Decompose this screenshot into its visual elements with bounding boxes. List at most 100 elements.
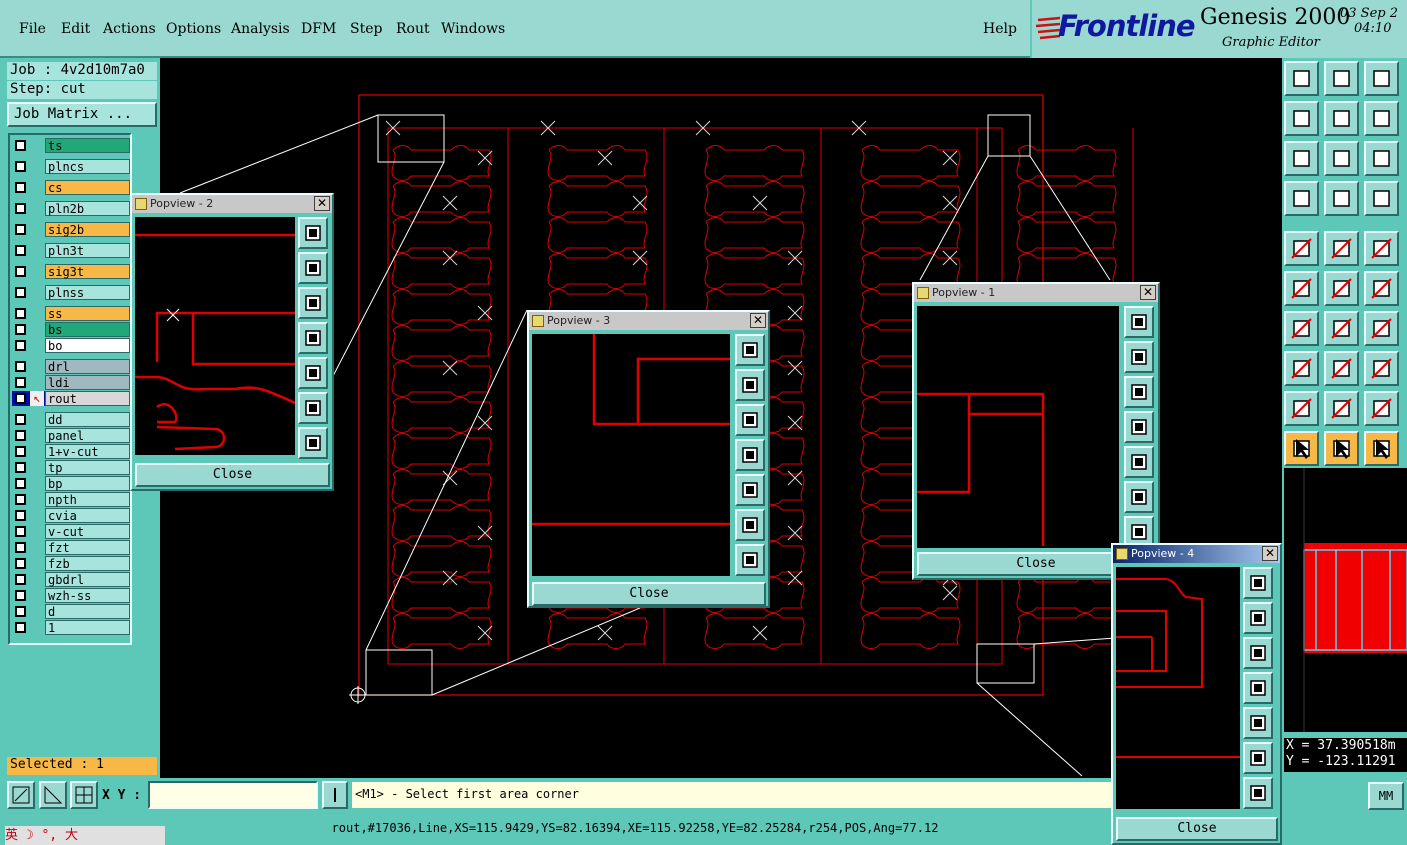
color-mode-button[interactable] bbox=[1324, 231, 1359, 266]
pan-left-button[interactable] bbox=[1284, 101, 1319, 136]
popup-tool-button[interactable] bbox=[1243, 742, 1273, 774]
popup-tool-button[interactable] bbox=[1124, 411, 1154, 443]
drill-button[interactable] bbox=[1364, 271, 1399, 306]
menu-edit[interactable]: Edit bbox=[61, 21, 90, 37]
layer-checkbox[interactable] bbox=[15, 446, 26, 457]
popup-tool-button[interactable] bbox=[735, 544, 765, 576]
popup-tool-button[interactable] bbox=[1124, 481, 1154, 513]
popview-3-titlebar[interactable]: Popview - 3 ✕ bbox=[529, 312, 768, 330]
popview-2-view[interactable] bbox=[135, 217, 296, 455]
popup-tool-button[interactable] bbox=[735, 474, 765, 506]
popup-tool-button[interactable] bbox=[298, 392, 328, 424]
zoom-area-button[interactable] bbox=[7, 781, 35, 809]
pad-select-button[interactable] bbox=[1284, 231, 1319, 266]
layer-checkbox[interactable] bbox=[15, 494, 26, 505]
mini-map[interactable] bbox=[1284, 468, 1407, 732]
popup-tool-button[interactable] bbox=[298, 427, 328, 459]
layer-checkbox[interactable] bbox=[15, 478, 26, 489]
layer-row-ts[interactable]: ts bbox=[12, 138, 130, 153]
xy-input[interactable] bbox=[148, 781, 318, 809]
layer-row-cvia[interactable]: cvia bbox=[12, 508, 130, 523]
connect-button[interactable] bbox=[1284, 271, 1319, 306]
layer-checkbox[interactable] bbox=[15, 324, 26, 335]
layer-checkbox[interactable] bbox=[15, 224, 26, 235]
popup-tool-button[interactable] bbox=[298, 252, 328, 284]
popup-tool-button[interactable] bbox=[1243, 602, 1273, 634]
layer-checkbox[interactable] bbox=[15, 622, 26, 633]
popview-4-close-button[interactable]: Close bbox=[1116, 817, 1278, 841]
popup-tool-button[interactable] bbox=[735, 404, 765, 436]
layer-row-pln2b[interactable]: pln2b bbox=[12, 201, 130, 216]
layer-row-sig2b[interactable]: sig2b bbox=[12, 222, 130, 237]
select-box-button[interactable] bbox=[1324, 431, 1359, 466]
pan-right-button[interactable] bbox=[1324, 101, 1359, 136]
layer-row-bp[interactable]: bp bbox=[12, 476, 130, 491]
measure-button[interactable] bbox=[39, 781, 67, 809]
menu-rout[interactable]: Rout bbox=[396, 21, 430, 37]
popup-tool-button[interactable] bbox=[735, 334, 765, 366]
layer-checkbox[interactable] bbox=[15, 308, 26, 319]
close-icon[interactable]: ✕ bbox=[1140, 285, 1156, 300]
layer-row-fzt[interactable]: fzt bbox=[12, 540, 130, 555]
layer-row-plnss[interactable]: plnss bbox=[12, 285, 130, 300]
layer-row-rout[interactable]: rout ↖ bbox=[12, 391, 130, 406]
layer-checkbox[interactable] bbox=[15, 526, 26, 537]
measure-button[interactable] bbox=[1364, 351, 1399, 386]
popup-tool-button[interactable] bbox=[298, 357, 328, 389]
menu-dfm[interactable]: DFM bbox=[301, 21, 336, 37]
layer-row-tp[interactable]: tp bbox=[12, 460, 130, 475]
ruler-button[interactable] bbox=[1364, 231, 1399, 266]
popview-4-view[interactable] bbox=[1116, 567, 1240, 809]
zoom-center-button[interactable] bbox=[1324, 141, 1359, 176]
redraw-button[interactable] bbox=[1364, 101, 1399, 136]
popup-tool-button[interactable] bbox=[298, 217, 328, 249]
ime-toolbar[interactable]: 英 ☽ °, 大 bbox=[5, 826, 165, 845]
popview-1-view[interactable] bbox=[917, 306, 1119, 548]
popup-tool-button[interactable] bbox=[1243, 777, 1273, 809]
layer-row-ldi[interactable]: ldi bbox=[12, 375, 130, 390]
layer-row-plncs[interactable]: plncs bbox=[12, 159, 130, 174]
popup-tool-button[interactable] bbox=[735, 509, 765, 541]
popup-tool-button[interactable] bbox=[1124, 306, 1154, 338]
layer-row-cs[interactable]: cs bbox=[12, 180, 130, 195]
menu-analysis[interactable]: Analysis bbox=[231, 21, 290, 37]
menu-step[interactable]: Step bbox=[350, 21, 382, 37]
popup-tool-button[interactable] bbox=[298, 322, 328, 354]
home-button[interactable] bbox=[1364, 61, 1399, 96]
popup-tool-button[interactable] bbox=[1243, 707, 1273, 739]
menu-file[interactable]: File bbox=[19, 21, 46, 37]
arc-a-button[interactable] bbox=[1324, 391, 1359, 426]
layer-row-wzh-ss[interactable]: wzh-ss bbox=[12, 588, 130, 603]
layer-checkbox[interactable] bbox=[15, 590, 26, 601]
popview-3-view[interactable] bbox=[532, 334, 730, 576]
popview-3-close-button[interactable]: Close bbox=[532, 582, 766, 606]
arrow-line-button[interactable] bbox=[1324, 311, 1359, 346]
line-short-button[interactable] bbox=[1324, 351, 1359, 386]
select-rect-button[interactable] bbox=[1364, 431, 1399, 466]
popup-tool-button[interactable] bbox=[1243, 567, 1273, 599]
layer-checkbox[interactable] bbox=[15, 393, 26, 404]
layer-row-bo[interactable]: bo bbox=[12, 338, 130, 353]
layer-checkbox[interactable] bbox=[15, 361, 26, 372]
layer-row-gbdrl[interactable]: gbdrl bbox=[12, 572, 130, 587]
layer-checkbox[interactable] bbox=[15, 558, 26, 569]
close-icon[interactable]: ✕ bbox=[314, 196, 330, 211]
layer-row-npth[interactable]: npth bbox=[12, 492, 130, 507]
zoom-fit-button[interactable] bbox=[1284, 141, 1319, 176]
layer-checkbox[interactable] bbox=[15, 182, 26, 193]
delta-button[interactable] bbox=[1284, 391, 1319, 426]
layer-row-ss[interactable]: ss bbox=[12, 306, 130, 321]
arc-b-button[interactable] bbox=[1364, 391, 1399, 426]
close-icon[interactable]: ✕ bbox=[750, 313, 766, 328]
menu-help[interactable]: Help bbox=[983, 21, 1017, 37]
pan-up-button[interactable] bbox=[1284, 61, 1319, 96]
layer-checkbox[interactable] bbox=[15, 606, 26, 617]
popup-tool-button[interactable] bbox=[1124, 446, 1154, 478]
menu-options[interactable]: Options bbox=[166, 21, 221, 37]
tools-button[interactable] bbox=[1284, 181, 1319, 216]
popview-4-titlebar[interactable]: Popview - 4 ✕ bbox=[1113, 545, 1280, 563]
layer-checkbox[interactable] bbox=[15, 203, 26, 214]
line-red-button[interactable] bbox=[1284, 311, 1319, 346]
close-icon[interactable]: ✕ bbox=[1262, 546, 1278, 561]
snap-button[interactable] bbox=[1324, 181, 1359, 216]
